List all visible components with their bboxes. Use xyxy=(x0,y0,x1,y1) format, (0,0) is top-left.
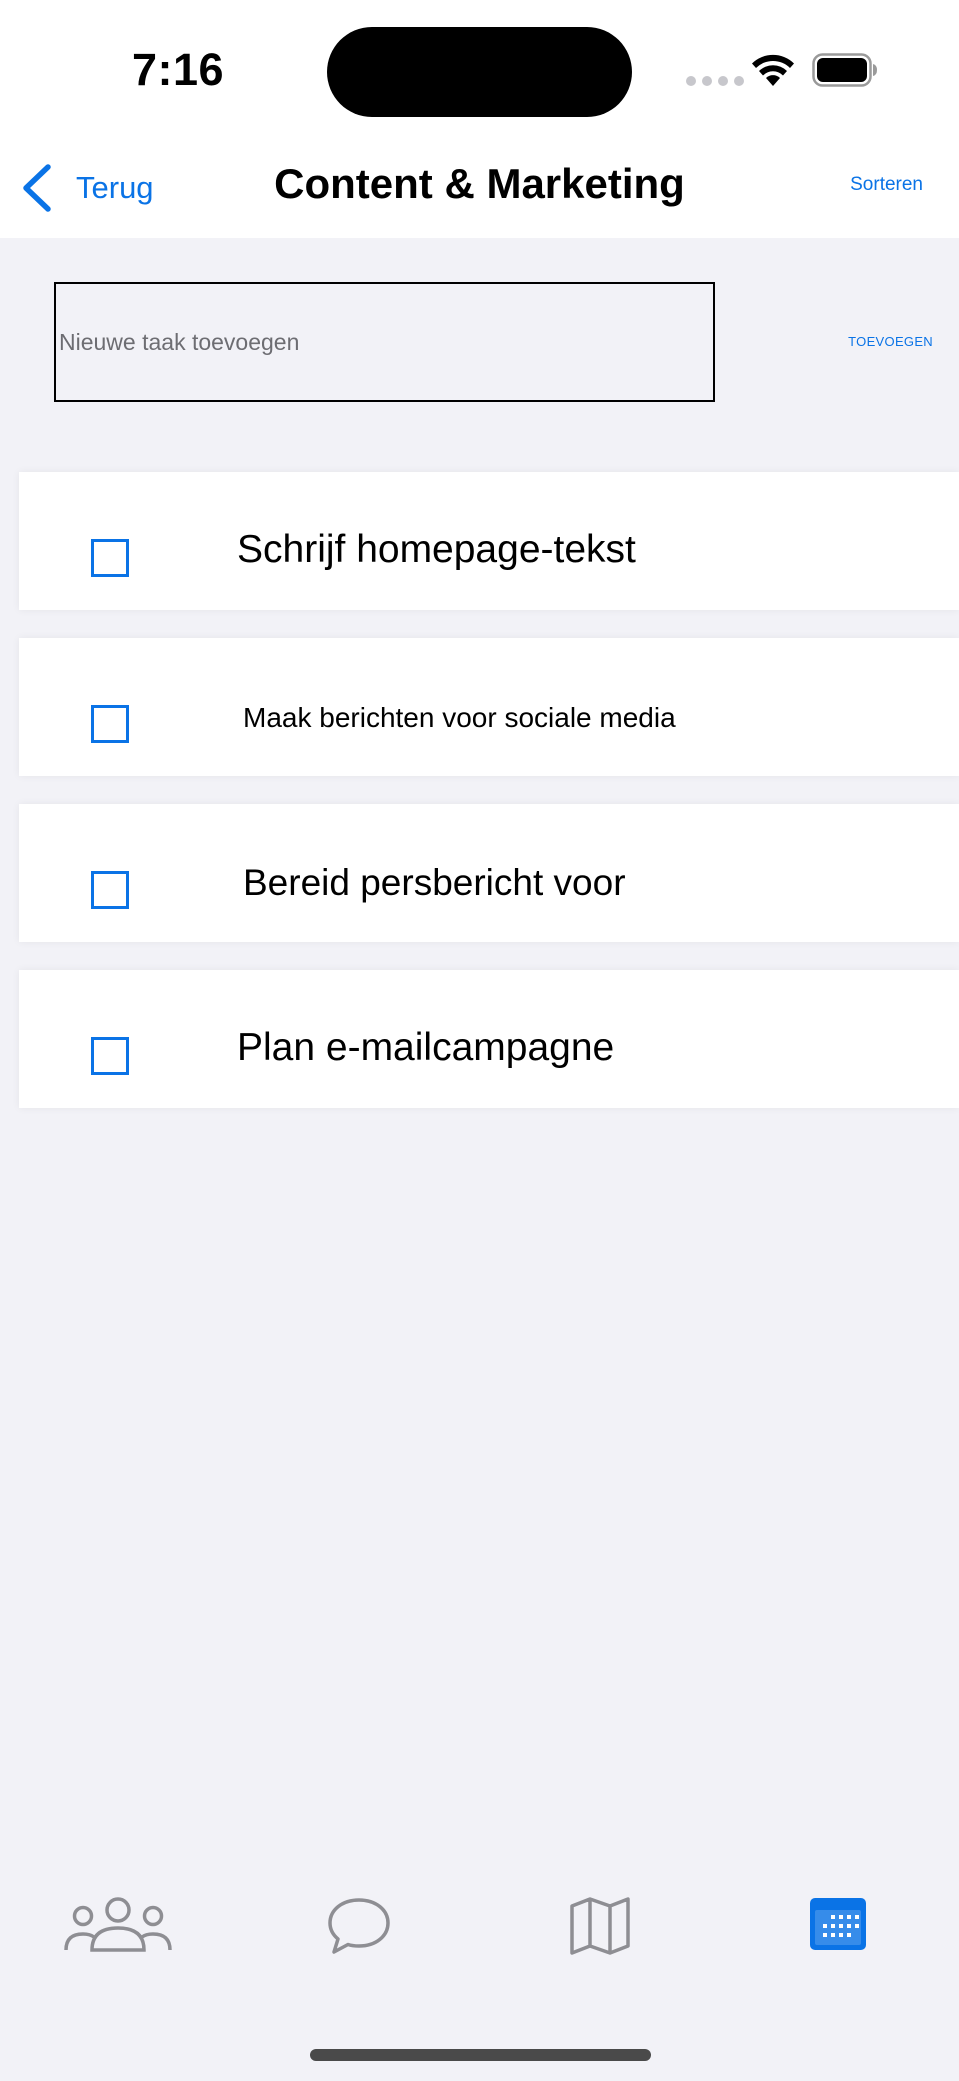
map-icon xyxy=(570,1897,630,1955)
battery-icon xyxy=(812,53,877,87)
task-checkbox[interactable] xyxy=(91,539,129,577)
tab-calendar[interactable] xyxy=(808,1896,868,1952)
task-label: Maak berichten voor sociale media xyxy=(243,702,676,733)
calendar-icon xyxy=(810,1898,866,1950)
people-icon xyxy=(64,1897,172,1952)
status-time: 7:16 xyxy=(132,44,225,95)
cellular-signal-icon xyxy=(686,76,744,86)
add-task-button[interactable]: TOEVOEGEN xyxy=(848,334,933,349)
wifi-icon xyxy=(752,54,794,86)
task-list: Schrijf homepage-tekst Maak berichten vo… xyxy=(19,472,959,1136)
dynamic-island xyxy=(327,27,632,117)
task-checkbox[interactable] xyxy=(91,705,129,743)
task-item[interactable]: Plan e-mailcampagne xyxy=(19,970,959,1108)
task-item[interactable]: Schrijf homepage-tekst xyxy=(19,472,959,610)
tab-chat[interactable] xyxy=(326,1896,392,1956)
status-bar: 7:16 xyxy=(0,0,959,140)
chat-bubble-icon xyxy=(328,1898,390,1954)
task-label: Plan e-mailcampagne xyxy=(237,1026,615,1069)
task-checkbox[interactable] xyxy=(91,1037,129,1075)
home-indicator[interactable] xyxy=(310,2049,651,2061)
add-task-row: TOEVOEGEN xyxy=(0,238,959,458)
page-title: Content & Marketing xyxy=(274,160,685,207)
task-checkbox[interactable] xyxy=(91,871,129,909)
tab-bar xyxy=(0,1860,959,1980)
task-item[interactable]: Maak berichten voor sociale media xyxy=(19,638,959,776)
tab-map[interactable] xyxy=(568,1896,632,1956)
tab-people[interactable] xyxy=(64,1896,172,1952)
sort-button[interactable]: Sorteren xyxy=(850,174,923,196)
task-label: Schrijf homepage-tekst xyxy=(237,528,636,571)
navigation-bar: Terug Content & Marketing Sorteren xyxy=(0,140,959,238)
task-item[interactable]: Bereid persbericht voor xyxy=(19,804,959,942)
task-label: Bereid persbericht voor xyxy=(243,862,626,903)
new-task-input[interactable] xyxy=(54,282,715,402)
